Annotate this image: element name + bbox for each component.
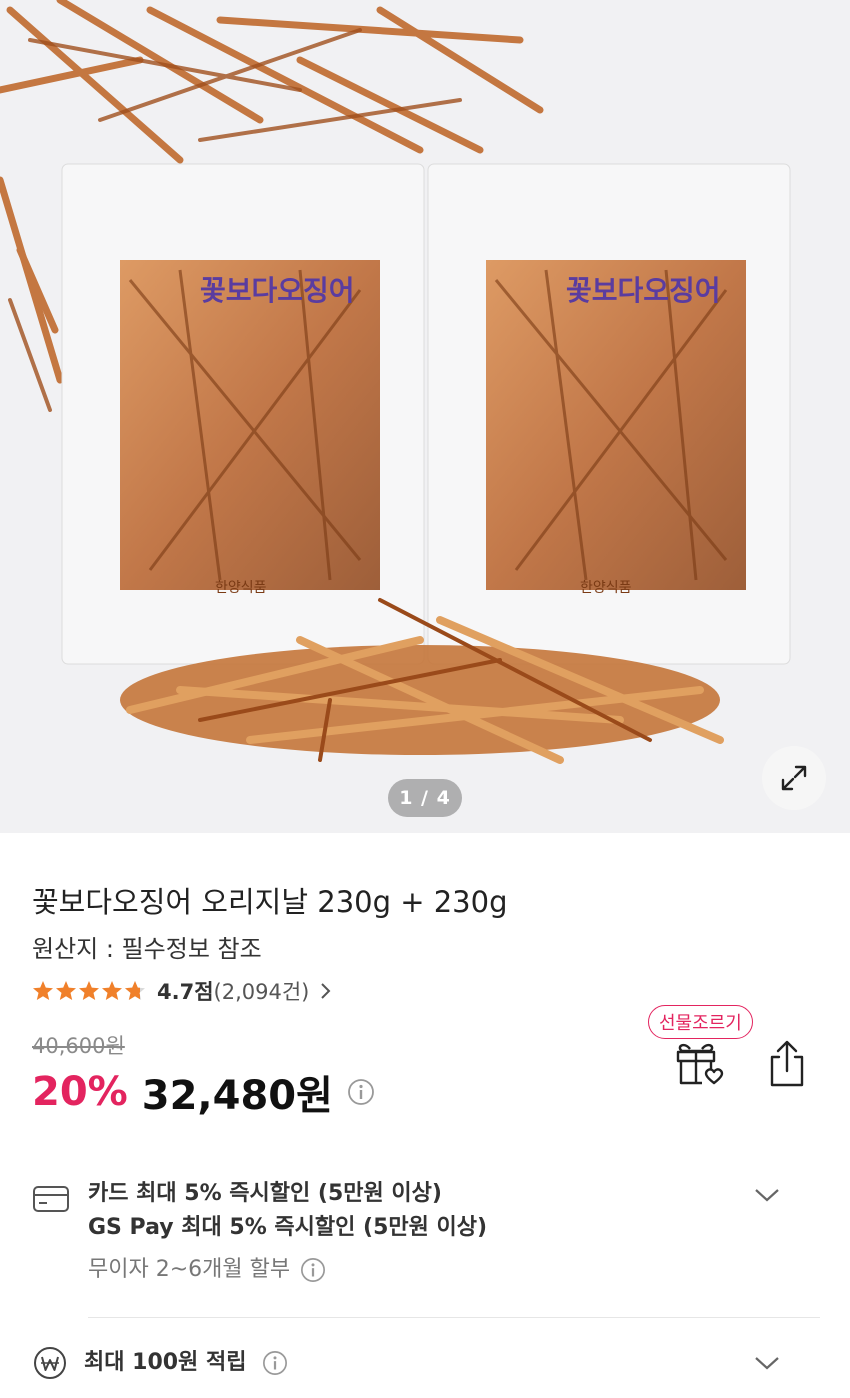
- expand-image-button[interactable]: [762, 746, 826, 810]
- review-count: (2,094건): [213, 980, 310, 1004]
- chevron-down-icon[interactable]: [754, 1355, 780, 1371]
- product-photo: 꽃보다오징어 한양식품 꽃보다오징어 한양식품: [0, 0, 791, 764]
- chevron-right-icon: [321, 983, 331, 999]
- discount-rate: 20%: [32, 1069, 128, 1115]
- gift-request-badge[interactable]: 선물조르기: [648, 1005, 753, 1039]
- gallery-page-counter: 1 / 4: [388, 779, 462, 817]
- rating-summary[interactable]: 4.7점 (2,094건): [32, 976, 333, 1006]
- card-discount-line: 카드 최대 5% 즉시할인 (5만원 이상): [88, 1181, 442, 1206]
- share-icon: [770, 1040, 804, 1087]
- gspay-discount-line: GS Pay 최대 5% 즉시할인 (5만원 이상): [88, 1215, 488, 1240]
- won-coin-icon: [34, 1347, 66, 1379]
- svg-text:한양식품: 한양식품: [215, 580, 267, 596]
- points-benefit-section[interactable]: 최대 100원 적립: [32, 1345, 818, 1381]
- gift-button[interactable]: [672, 1039, 726, 1093]
- package-brand-text-1: 꽃보다오징어: [200, 274, 355, 307]
- product-image-gallery[interactable]: 꽃보다오징어 한양식품 꽃보다오징어 한양식품 1 / 4: [0, 0, 850, 833]
- original-price: 40,600원: [32, 1034, 125, 1058]
- info-icon[interactable]: [347, 1078, 375, 1106]
- info-icon[interactable]: [262, 1350, 288, 1376]
- price-row: 20% 32,480원: [32, 1063, 375, 1121]
- rating-score: 4.7점: [157, 980, 214, 1004]
- svg-text:꽃보다오징어: 꽃보다오징어: [566, 274, 721, 307]
- divider: [88, 1317, 820, 1318]
- info-icon[interactable]: [300, 1257, 326, 1283]
- rating-stars: [32, 980, 147, 1002]
- product-title: 꽃보다오징어 오리지날 230g + 230g: [32, 885, 508, 919]
- sale-price: 32,480원: [141, 1073, 333, 1119]
- origin-info: 원산지 : 필수정보 참조: [32, 935, 262, 963]
- expand-arrows-icon: [781, 765, 807, 791]
- installment-info: 무이자 2~6개월 할부: [88, 1253, 487, 1287]
- chevron-down-icon[interactable]: [754, 1187, 780, 1203]
- svg-text:한양식품: 한양식품: [580, 580, 632, 596]
- points-label: 최대 100원 적립: [84, 1350, 247, 1375]
- installment-label: 무이자 2~6개월 할부: [88, 1257, 291, 1282]
- credit-card-icon: [33, 1186, 69, 1212]
- share-button[interactable]: [764, 1039, 810, 1093]
- gift-heart-icon: [676, 1043, 724, 1085]
